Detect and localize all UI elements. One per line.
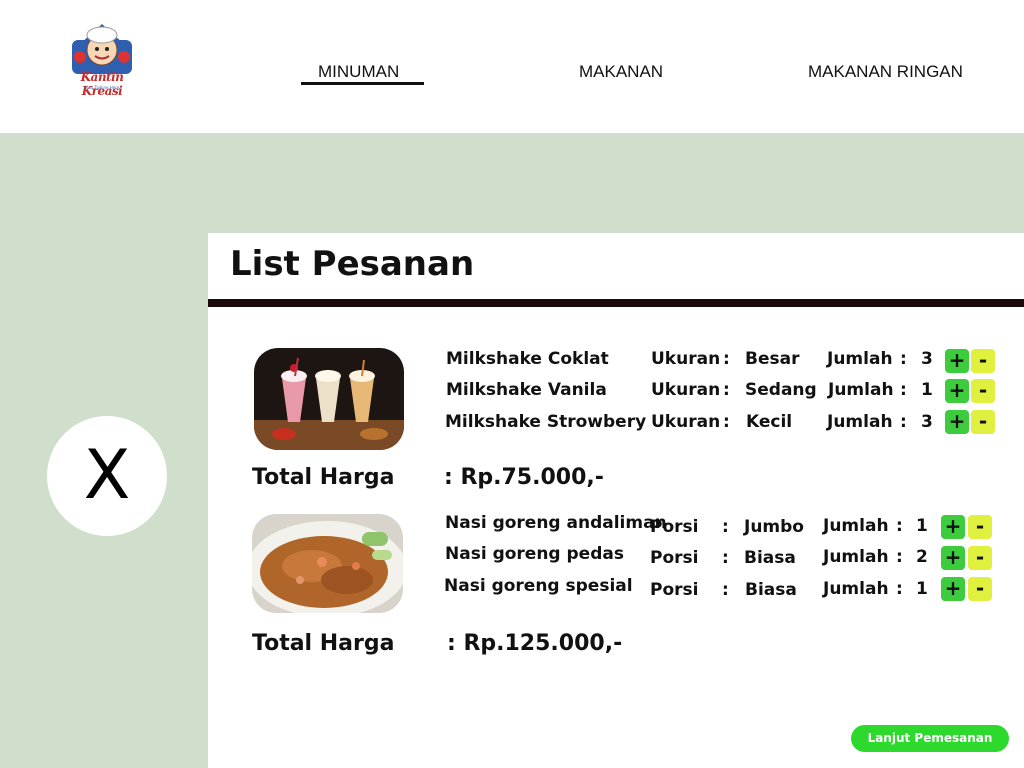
increase-qty-button[interactable]: + [945,410,969,434]
colon: : [723,412,730,432]
decrease-qty-button[interactable]: - [968,546,992,570]
size-label: Ukuran [651,349,721,369]
total-price-label: Total Harga [252,465,395,490]
portion-label: Porsi [650,517,699,537]
nav-tab-makanan-ringan[interactable]: MAKANAN RINGAN [808,62,963,82]
qty-value: 3 [921,412,933,432]
increase-qty-button[interactable]: + [941,577,965,601]
brand-logo[interactable]: Kantin Kreasi Your Tagline Here [60,22,144,98]
panel-title: List Pesanan [230,244,475,284]
nav-active-indicator [301,82,424,85]
decrease-qty-button[interactable]: - [968,577,992,601]
close-button[interactable]: X [47,416,167,536]
qty-value: 1 [921,380,933,400]
brand-tagline: Your Tagline Here [84,85,120,90]
title-divider [208,299,1024,307]
qty-value: 1 [916,579,928,599]
qty-label: Jumlah [827,349,893,369]
qty-value: 1 [916,516,928,536]
size-label: Ukuran [651,412,721,432]
colon: : [900,412,907,432]
colon: : [896,579,903,599]
increase-qty-button[interactable]: + [941,546,965,570]
portion-value: Biasa [745,580,797,600]
qty-value: 3 [921,349,933,369]
size-label: Ukuran [651,380,721,400]
item-name: Nasi goreng spesial [444,576,633,596]
close-icon: X [83,436,131,515]
total-price-value: : Rp.125.000,- [447,631,623,656]
item-name: Nasi goreng pedas [445,544,624,564]
milkshake-photo [254,348,404,450]
portion-label: Porsi [650,580,699,600]
total-price-label: Total Harga [252,631,395,656]
colon: : [722,548,729,568]
colon: : [723,380,730,400]
decrease-qty-button[interactable]: - [971,410,995,434]
item-name: Nasi goreng andaliman [445,513,667,533]
portion-value: Jumbo [744,517,804,537]
size-value: Kecil [746,412,793,432]
brand-name: Kantin Kreasi [80,70,124,98]
colon: : [896,547,903,567]
qty-label: Jumlah [823,579,889,599]
portion-value: Biasa [744,548,796,568]
continue-order-button[interactable]: Lanjut Pemesanan [851,725,1009,752]
item-name: Milkshake Coklat [446,349,609,369]
colon: : [723,349,730,369]
portion-label: Porsi [650,548,699,568]
size-value: Besar [745,349,800,369]
qty-label: Jumlah [828,380,894,400]
size-value: Sedang [745,380,817,400]
increase-qty-button[interactable]: + [945,379,969,403]
colon: : [900,349,907,369]
decrease-qty-button[interactable]: - [968,515,992,539]
order-list-panel: List Pesanan Milkshake Coklat Ukuran : B… [208,233,1024,768]
decrease-qty-button[interactable]: - [971,349,995,373]
qty-label: Jumlah [823,547,889,567]
colon: : [722,580,729,600]
item-name: Milkshake Strowbery [445,412,647,432]
qty-label: Jumlah [823,516,889,536]
decrease-qty-button[interactable]: - [971,379,995,403]
increase-qty-button[interactable]: + [945,349,969,373]
fried-rice-photo [252,514,403,613]
top-header: Kantin Kreasi Your Tagline Here MINUMAN … [0,0,1024,133]
nav-tab-makanan[interactable]: MAKANAN [579,62,663,82]
qty-label: Jumlah [827,412,893,432]
total-price-value: : Rp.75.000,- [444,465,604,490]
colon: : [722,517,729,537]
increase-qty-button[interactable]: + [941,515,965,539]
colon: : [896,516,903,536]
item-name: Milkshake Vanila [446,380,607,400]
colon: : [900,380,907,400]
qty-value: 2 [916,547,928,567]
nav-tab-minuman[interactable]: MINUMAN [318,62,399,82]
